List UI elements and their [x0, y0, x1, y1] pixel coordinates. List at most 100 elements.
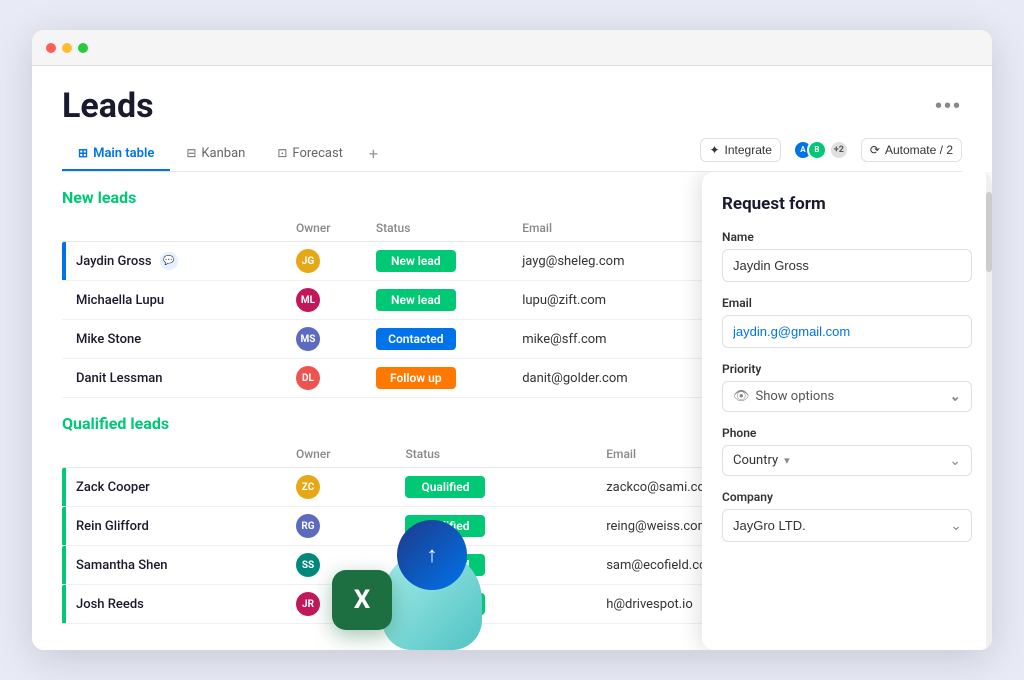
owner-avatar: DL [296, 366, 320, 390]
email-cell: mike@sff.com [512, 320, 696, 359]
col-email-new: Email [512, 215, 696, 242]
priority-select[interactable]: 👁 Show options ⌄ [722, 381, 972, 412]
phone-country-select[interactable]: Country ▾ [722, 445, 972, 476]
status-badge[interactable]: New lead [376, 250, 456, 272]
country-label: Country [733, 453, 778, 468]
add-tab-button[interactable]: + [359, 136, 388, 171]
col-owner-new: Owner [286, 215, 366, 242]
close-dot[interactable] [46, 43, 56, 53]
scrollbar[interactable] [986, 172, 992, 650]
owner-avatar: JR [296, 592, 320, 616]
lead-name: Josh Reeds [66, 585, 286, 624]
forecast-icon: ⊡ [277, 146, 287, 160]
owner-avatar: MS [296, 327, 320, 351]
maximize-dot[interactable] [78, 43, 88, 53]
email-input[interactable] [722, 315, 972, 348]
header: Leads ••• ⊞ Main table ⊟ Kanban ⊡ Foreca… [32, 66, 992, 172]
tabs-bar: ⊞ Main table ⊟ Kanban ⊡ Forecast + ✦ Int… [62, 136, 962, 172]
main-area: New leads Owner Status Email Title Compa… [32, 172, 992, 650]
lead-name: Rein Glifford [66, 507, 286, 546]
country-chevron-icon: ▾ [784, 454, 790, 467]
status-badge[interactable]: Qualified [405, 476, 485, 498]
lead-name: Jaydin Gross 💬 [66, 242, 286, 281]
owner-avatar: SS [296, 553, 320, 577]
arrow-icon: ↑ [427, 542, 438, 568]
owner-cell: ML [286, 281, 366, 320]
status-cell: Follow up [366, 359, 512, 398]
col-name-new [66, 215, 286, 242]
show-options-label: Show options [756, 389, 945, 404]
status-badge[interactable]: Contacted [376, 328, 456, 350]
lead-name: Mike Stone [66, 320, 286, 359]
col-owner-qual: Owner [286, 441, 395, 468]
avatar-2: B [807, 140, 827, 160]
more-button[interactable]: ••• [935, 95, 962, 118]
app-content: Leads ••• ⊞ Main table ⊟ Kanban ⊡ Foreca… [32, 66, 992, 650]
status-cell: Qualified [395, 468, 596, 507]
priority-label: Priority [722, 362, 972, 376]
automate-button[interactable]: ⟳ Automate / 2 [861, 138, 962, 162]
minimize-dot[interactable] [62, 43, 72, 53]
owner-avatar: JG [296, 249, 320, 273]
page-title-row: Leads ••• [62, 86, 962, 126]
owner-avatar: RG [296, 514, 320, 538]
scrollbar-thumb [986, 192, 992, 272]
chevron-down-icon: ⌄ [950, 389, 961, 404]
avatar-count: +2 [829, 140, 849, 160]
status-badge[interactable]: New lead [376, 289, 456, 311]
tab-forecast[interactable]: ⊡ Forecast [261, 138, 359, 171]
lead-name: Samantha Shen [66, 546, 286, 585]
chat-icon: 💬 [160, 252, 178, 270]
priority-group: Priority 👁 Show options ⌄ [722, 362, 972, 412]
table-icon: ⊞ [78, 146, 88, 160]
form-title: Request form [722, 194, 972, 214]
phone-label: Phone [722, 426, 972, 440]
browser-bar [32, 30, 992, 66]
col-status-qual: Status [395, 441, 596, 468]
status-cell: New lead [366, 242, 512, 281]
email-group: Email [722, 296, 972, 348]
col-status-new: Status [366, 215, 512, 242]
owner-cell: MS [286, 320, 366, 359]
owner-cell: DL [286, 359, 366, 398]
browser-window: Leads ••• ⊞ Main table ⊟ Kanban ⊡ Foreca… [32, 30, 992, 650]
name-input[interactable] [722, 249, 972, 282]
eye-icon: 👁 [733, 389, 750, 404]
company-select[interactable]: JayGro LTD. [722, 509, 972, 542]
email-cell: jayg@sheleg.com [512, 242, 696, 281]
company-label: Company [722, 490, 972, 504]
email-cell: lupu@zift.com [512, 281, 696, 320]
page-title: Leads [62, 86, 154, 126]
tab-kanban[interactable]: ⊟ Kanban [170, 138, 261, 171]
status-badge[interactable]: Follow up [376, 367, 456, 389]
automate-label: Automate / 2 [885, 143, 953, 157]
integrate-icon: ✦ [709, 143, 719, 157]
shape-top: ↑ [397, 520, 467, 590]
tab-main-table[interactable]: ⊞ Main table [62, 138, 170, 171]
owner-avatar: ZC [296, 475, 320, 499]
email-label: Email [722, 296, 972, 310]
integrate-label: Integrate [725, 143, 772, 157]
status-cell: Contacted [366, 320, 512, 359]
integrate-button[interactable]: ✦ Integrate [700, 138, 780, 162]
tab-forecast-label: Forecast [292, 146, 342, 161]
kanban-icon: ⊟ [186, 146, 196, 160]
avatar-stack: A B +2 [793, 140, 849, 160]
owner-avatar: ML [296, 288, 320, 312]
company-select-wrap: JayGro LTD. [722, 509, 972, 542]
lead-name: Danit Lessman [66, 359, 286, 398]
owner-cell: ZC [286, 468, 395, 507]
lead-name: Michaella Lupu [66, 281, 286, 320]
tab-kanban-label: Kanban [201, 146, 245, 161]
excel-letter: X [354, 585, 371, 615]
email-cell: danit@golder.com [512, 359, 696, 398]
tab-actions: ✦ Integrate A B +2 ⟳ Automate / 2 [700, 138, 962, 170]
tab-main-table-label: Main table [93, 146, 154, 161]
owner-cell: JG [286, 242, 366, 281]
phone-group: Phone Country ▾ [722, 426, 972, 476]
name-group: Name [722, 230, 972, 282]
automate-icon: ⟳ [870, 143, 880, 157]
status-cell: New lead [366, 281, 512, 320]
lead-name: Zack Cooper [66, 468, 286, 507]
name-label: Name [722, 230, 972, 244]
